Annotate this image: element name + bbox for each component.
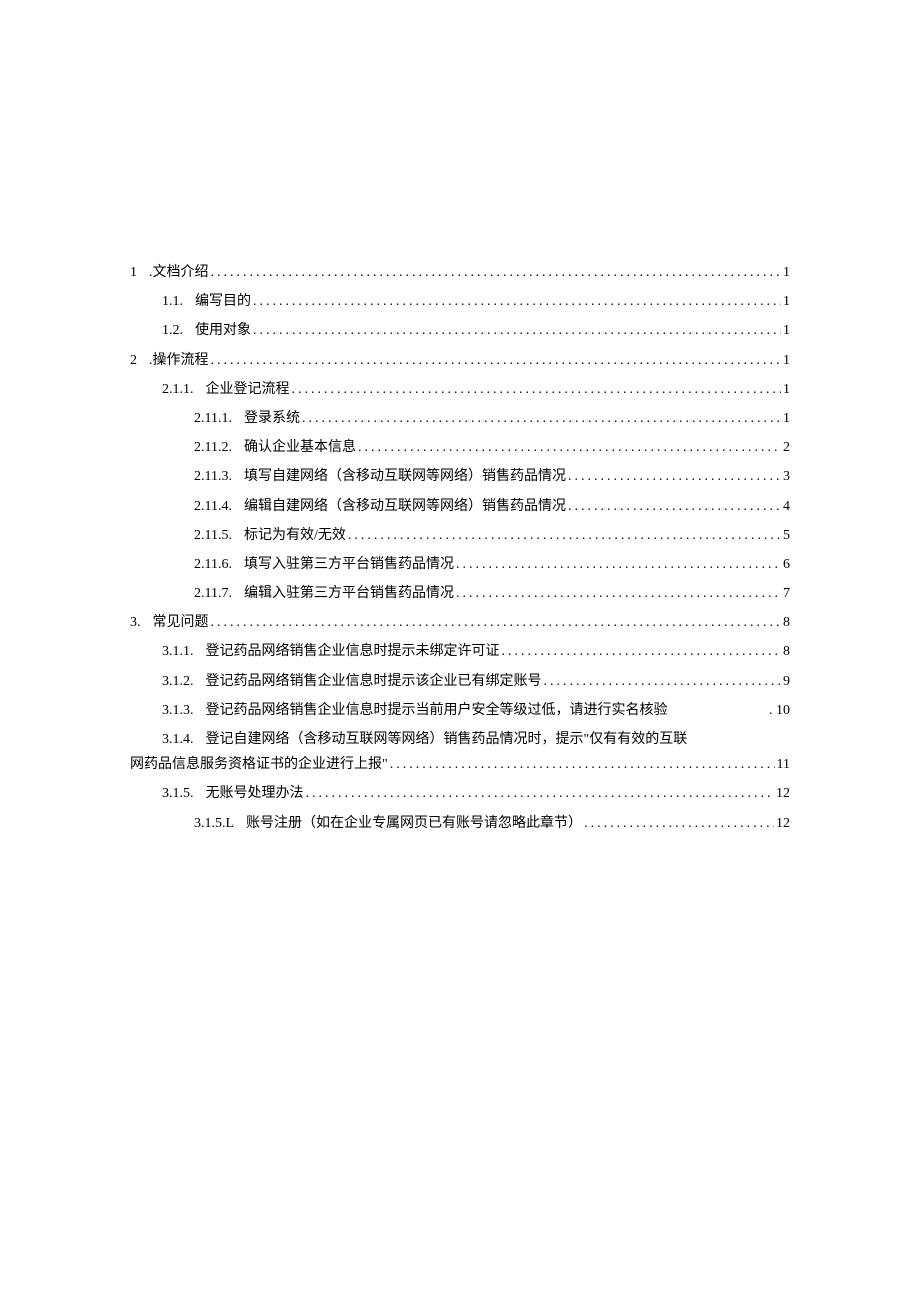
- toc-title: 操作流程: [153, 348, 209, 373]
- toc-page-number: . 10: [767, 698, 790, 723]
- toc-title: 登记药品网络销售企业信息时提示未绑定许可证: [206, 639, 500, 664]
- toc-entry: 1.1.编写目的 1: [130, 289, 790, 314]
- toc-title: 使用对象: [195, 318, 251, 343]
- toc-entry: 1.2.使用对象 1: [130, 318, 790, 343]
- toc-leader-dots: [356, 435, 781, 460]
- toc-title: 账号注册（如在企业专属网页已有账号请忽略此章节）: [246, 811, 582, 836]
- toc-leader-dots: [251, 318, 781, 343]
- toc-number: 3.1.1.: [162, 639, 206, 664]
- toc-title-line2: 网药品信息服务资格证书的企业进行上报": [130, 752, 388, 777]
- toc-page-number: 11: [775, 752, 790, 777]
- toc-leader-dots: [388, 752, 775, 777]
- toc-number: 2.11.5.: [194, 523, 244, 548]
- toc-page-number: 1: [781, 260, 790, 285]
- toc-entry: 3.常见问题 8: [130, 610, 790, 635]
- toc-leader-dots: [209, 610, 782, 635]
- toc-entry: 3.1.5.L 账号注册（如在企业专属网页已有账号请忽略此章节） 12: [130, 811, 790, 836]
- toc-number: 1.2.: [162, 318, 195, 343]
- toc-number: 2.11.4.: [194, 494, 244, 519]
- toc-title-line1: 登记自建网络（含移动互联网等网络）销售药品情况时，提示"仅有有效的互联: [206, 732, 688, 747]
- toc-title: 无账号处理办法: [206, 781, 304, 806]
- toc-page-number: 9: [781, 669, 790, 694]
- toc-leader-dots: [582, 811, 774, 836]
- toc-leader-dots: [251, 289, 781, 314]
- toc-number: 3.1.5.L: [194, 811, 246, 836]
- toc-entry: 3.1.2.登记药品网络销售企业信息时提示该企业已有绑定账号 9: [130, 669, 790, 694]
- toc-number: 2.11.1.: [194, 406, 244, 431]
- toc-page-number: 12: [774, 811, 790, 836]
- toc-page-number: 5: [781, 523, 790, 548]
- toc-leader-dots: [566, 464, 781, 489]
- toc-entry: 3.1.4.登记自建网络（含移动互联网等网络）销售药品情况时，提示"仅有有效的互…: [130, 727, 790, 777]
- toc-title: 编辑自建网络（含移动互联网等网络）销售药品情况: [244, 494, 566, 519]
- toc-number: 2.11.2.: [194, 435, 244, 460]
- toc-title: 文档介绍: [153, 260, 209, 285]
- toc-leader-dots: [566, 494, 781, 519]
- toc-title: 标记为有效/无效: [244, 523, 346, 548]
- toc-title: 登记药品网络销售企业信息时提示该企业已有绑定账号: [206, 669, 542, 694]
- toc-entry: 2.11.7.编辑入驻第三方平台销售药品情况 7: [130, 581, 790, 606]
- toc-number: 1: [130, 260, 149, 285]
- toc-entry: 2.11.5.标记为有效/无效 5: [130, 523, 790, 548]
- toc-number: 2.11.7.: [194, 581, 244, 606]
- toc-entry: 3.1.1.登记药品网络销售企业信息时提示未绑定许可证 8: [130, 639, 790, 664]
- toc-entry: 3.1.3.登记药品网络销售企业信息时提示当前用户安全等级过低，请进行实名核验.…: [130, 698, 790, 723]
- toc-entry: 3.1.5.无账号处理办法 12: [130, 781, 790, 806]
- toc-leader-dots: [209, 348, 782, 373]
- toc-leader-dots: [500, 639, 782, 664]
- toc-page-number: 2: [781, 435, 790, 460]
- toc-title: 填写自建网络（含移动互联网等网络）销售药品情况: [244, 464, 566, 489]
- toc-title: 登录系统: [244, 406, 300, 431]
- toc-title: 企业登记流程: [206, 377, 290, 402]
- toc-entry: 2.11.3.填写自建网络（含移动互联网等网络）销售药品情况 3: [130, 464, 790, 489]
- toc-number: 2.1.1.: [162, 377, 206, 402]
- toc-page-number: 12: [774, 781, 790, 806]
- toc-entry: 2.11.2.确认企业基本信息 2: [130, 435, 790, 460]
- toc-number: 3.1.4.: [162, 732, 206, 747]
- toc-title: 确认企业基本信息: [244, 435, 356, 460]
- toc-page-number: 1: [781, 318, 790, 343]
- toc-leader-dots: [300, 406, 781, 431]
- toc-title: 常见问题: [153, 610, 209, 635]
- toc-page-number: 1: [781, 348, 790, 373]
- toc-leader-dots: [209, 260, 782, 285]
- toc-leader-dots: [304, 781, 775, 806]
- toc-page-number: 3: [781, 464, 790, 489]
- toc-entry: 2.11.6.填写入驻第三方平台销售药品情况 6: [130, 552, 790, 577]
- toc-number: 2.11.6.: [194, 552, 244, 577]
- toc-leader-dots: [346, 523, 781, 548]
- toc-page-number: 6: [781, 552, 790, 577]
- toc-page-number: 8: [781, 639, 790, 664]
- toc-title: 编写目的: [195, 289, 251, 314]
- toc-number: 1.1.: [162, 289, 195, 314]
- toc-page-number: 1: [781, 377, 790, 402]
- toc-title: 填写入驻第三方平台销售药品情况: [244, 552, 454, 577]
- toc-number: 3.1.2.: [162, 669, 206, 694]
- table-of-contents: 1 .文档介绍11.1.编写目的11.2.使用对象12 .操作流程12.1.1.…: [130, 260, 790, 836]
- toc-number: 3.: [130, 610, 153, 635]
- toc-entry: 1 .文档介绍1: [130, 260, 790, 285]
- toc-entry: 2 .操作流程1: [130, 348, 790, 373]
- toc-page-number: 4: [781, 494, 790, 519]
- toc-number: 3.1.5.: [162, 781, 206, 806]
- toc-leader-dots: [454, 552, 781, 577]
- toc-title: 编辑入驻第三方平台销售药品情况: [244, 581, 454, 606]
- toc-number: 3.1.3.: [162, 698, 206, 723]
- toc-leader-dots: [290, 377, 782, 402]
- toc-leader-dots: [542, 669, 782, 694]
- toc-page-number: 1: [781, 289, 790, 314]
- toc-page-number: 8: [781, 610, 790, 635]
- toc-page-number: 1: [781, 406, 790, 431]
- toc-entry: 2.1.1.企业登记流程 1: [130, 377, 790, 402]
- toc-entry: 2.11.1.登录系统 1: [130, 406, 790, 431]
- toc-number: 2: [130, 348, 149, 373]
- toc-leader-dots: [454, 581, 781, 606]
- toc-title: 登记药品网络销售企业信息时提示当前用户安全等级过低，请进行实名核验: [206, 698, 668, 723]
- toc-page-number: 7: [781, 581, 790, 606]
- toc-entry: 2.11.4.编辑自建网络（含移动互联网等网络）销售药品情况 4: [130, 494, 790, 519]
- toc-number: 2.11.3.: [194, 464, 244, 489]
